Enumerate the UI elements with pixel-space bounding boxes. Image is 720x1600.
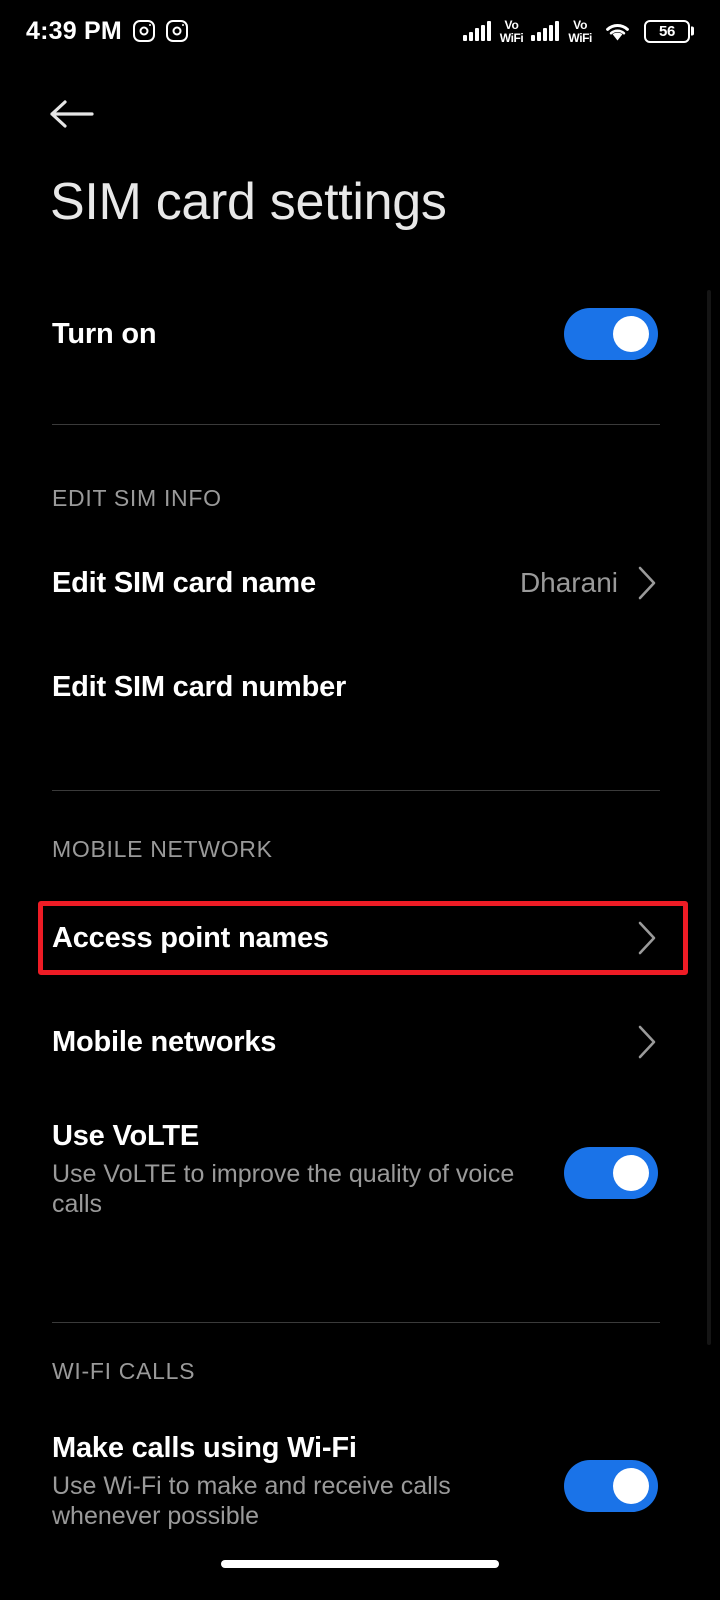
- chevron-right-icon: [638, 566, 656, 600]
- row-turn-on-title: Turn on: [52, 317, 157, 350]
- volte-wifi-label: Vo WiFi: [568, 17, 592, 45]
- status-bar: 4:39 PM Vo WiFi Vo WiFi 56: [0, 0, 720, 62]
- section-header-mobile-network: MOBILE NETWORK: [52, 836, 273, 862]
- row-use-volte-subtitle: Use VoLTE to improve the quality of voic…: [52, 1160, 515, 1218]
- section-header-edit-sim-info: EDIT SIM INFO: [52, 485, 222, 511]
- toggle-turn-on[interactable]: [564, 308, 658, 360]
- row-mobile-networks[interactable]: Mobile networks: [0, 1014, 720, 1070]
- row-make-calls-using-wifi-subtitle: Use Wi-Fi to make and receive calls when…: [52, 1472, 451, 1530]
- scrollbar[interactable]: [707, 290, 711, 1345]
- row-edit-sim-card-number[interactable]: Edit SIM card number: [0, 659, 720, 715]
- page-title: SIM card settings: [50, 173, 447, 231]
- row-make-calls-using-wifi-title: Make calls using Wi-Fi: [52, 1432, 357, 1464]
- chevron-right-icon: [638, 921, 656, 955]
- signal-bars-icon: [531, 21, 560, 41]
- divider: [52, 424, 660, 425]
- toggle-use-volte[interactable]: [564, 1147, 658, 1199]
- row-edit-sim-card-name-value: Dharani: [519, 567, 618, 598]
- section-header-wifi-calls: WI-FI CALLS: [52, 1358, 196, 1384]
- toggle-make-calls-using-wifi[interactable]: [564, 1460, 658, 1512]
- signal-bars-icon: [462, 21, 491, 41]
- status-bar-left: 4:39 PM: [26, 17, 188, 46]
- battery-icon: 56: [644, 19, 690, 43]
- divider: [52, 1322, 660, 1323]
- home-gesture-bar[interactable]: [221, 1560, 499, 1568]
- row-make-calls-using-wifi[interactable]: Make calls using Wi-Fi Use Wi-Fi to make…: [0, 1432, 720, 1542]
- status-bar-right: Vo WiFi Vo WiFi 56: [462, 17, 690, 45]
- status-bar-clock: 4:39 PM: [26, 16, 122, 45]
- row-use-volte-title: Use VoLTE: [52, 1120, 199, 1152]
- row-access-point-names-title: Access point names: [52, 921, 329, 954]
- wifi-icon: [604, 21, 631, 42]
- divider: [52, 790, 660, 791]
- chevron-right-icon: [638, 1025, 656, 1059]
- volte-wifi-label: Vo WiFi: [499, 17, 524, 45]
- sim-card-settings-screen: 4:39 PM Vo WiFi Vo WiFi 56 SIM card sett…: [0, 0, 720, 1600]
- row-turn-on[interactable]: Turn on: [0, 303, 720, 365]
- row-mobile-networks-title: Mobile networks: [52, 1025, 277, 1058]
- row-use-volte[interactable]: Use VoLTE Use VoLTE to improve the quali…: [0, 1120, 720, 1230]
- row-edit-sim-card-name-title: Edit SIM card name: [52, 566, 316, 599]
- row-access-point-names[interactable]: Access point names: [0, 910, 720, 966]
- instagram-icon: [165, 20, 188, 42]
- row-turn-on-labels: Turn on: [52, 317, 157, 351]
- row-edit-sim-card-name[interactable]: Edit SIM card name Dharani: [0, 555, 720, 611]
- back-arrow-icon: [50, 100, 94, 128]
- instagram-icon: [132, 20, 155, 42]
- back-button[interactable]: [40, 86, 102, 142]
- row-edit-sim-card-number-title: Edit SIM card number: [52, 670, 347, 703]
